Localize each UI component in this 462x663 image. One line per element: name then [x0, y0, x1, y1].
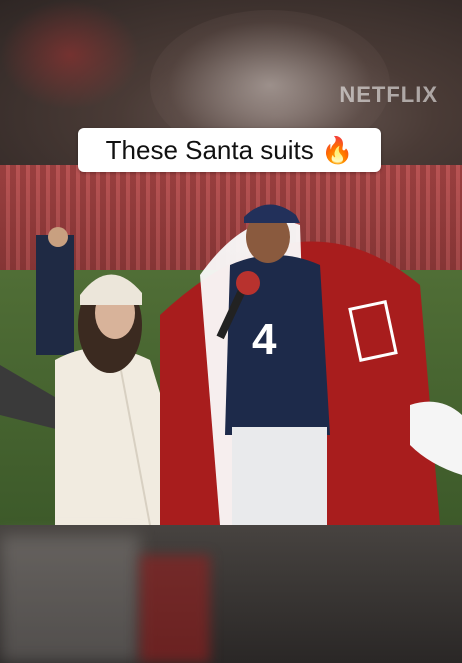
- caption-banner: These Santa suits 🔥: [78, 128, 381, 172]
- background-arm: [0, 365, 60, 430]
- video-frame: 4: [0, 165, 462, 525]
- player-pants: [232, 427, 327, 525]
- reporter-beanie: [80, 274, 142, 305]
- netflix-watermark: NETFLIX: [339, 82, 438, 107]
- background-staff-figure: [36, 235, 74, 355]
- player-cap: [244, 204, 300, 223]
- caption-text: These Santa suits 🔥: [105, 134, 354, 165]
- jersey-number: 4: [252, 315, 277, 364]
- blurred-background-bottom: [0, 525, 462, 663]
- scene-illustration: [0, 204, 462, 525]
